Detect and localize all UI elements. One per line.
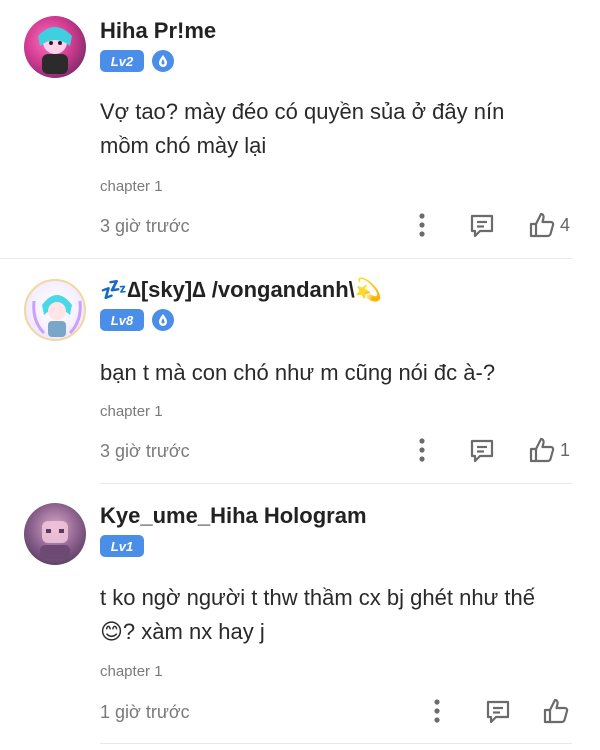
thumbs-up-icon [529,212,555,238]
more-options-button[interactable] [428,697,446,725]
more-options-button[interactable] [413,211,431,239]
reply-button[interactable] [484,698,512,726]
droplet-badge-icon [152,309,174,331]
badge-row: Lv2 [100,50,174,72]
chapter-label[interactable]: chapter 1 [100,403,163,420]
comment-item: Kye_ume_Hiha Hologram Lv1 t ko ngờ người… [0,485,600,750]
reply-button[interactable] [468,212,496,240]
level-badge: Lv1 [100,535,144,557]
thumbs-up-icon [529,437,555,463]
comment-icon [470,214,494,238]
level-badge: Lv8 [100,309,144,331]
thumbs-up-icon [543,698,569,724]
avatar[interactable] [24,503,86,565]
divider [100,743,572,744]
like-count: 4 [560,214,571,235]
comment-icon [470,439,494,463]
divider [100,483,572,484]
comment-text: bạn t mà con chó như m cũng nói đc à-? [100,356,580,390]
like-count: 1 [560,439,571,460]
more-vertical-icon [419,438,425,462]
comment-item: 💤∆[sky]∆ /vongandanh\💫 Lv8 bạn t mà con … [0,265,600,485]
comment-text-line: Vợ tao? mày đéo có quyền sủa ở đây nín [100,99,505,124]
timestamp: 3 giờ trước [100,441,190,461]
comment-text: Vợ tao? mày đéo có quyền sủa ở đây nín m… [100,95,580,163]
timestamp: 3 giờ trước [100,216,190,236]
comment-text-line: mồm chó mày lại [100,133,267,158]
chapter-label[interactable]: chapter 1 [100,663,163,680]
comment-text: t ko ngờ người t thw thầm cx bj ghét như… [100,581,580,649]
username[interactable]: 💤∆[sky]∆ /vongandanh\💫 [100,277,382,303]
droplet-badge-icon [152,50,174,72]
comment-text-line: bạn t mà con chó như m cũng nói đc à-? [100,360,496,385]
username[interactable]: Kye_ume_Hiha Hologram [100,503,367,529]
more-vertical-icon [419,213,425,237]
level-badge: Lv2 [100,50,144,72]
badge-row: Lv8 [100,309,174,331]
comment-text-line: t ko ngờ người t thw thầm cx bj ghét như… [100,585,535,610]
avatar[interactable] [24,16,86,78]
like-button[interactable]: 4 [528,211,570,239]
more-vertical-icon [434,699,440,723]
comment-icon [486,700,510,724]
divider [0,258,572,259]
timestamp: 1 giờ trước [100,702,190,722]
chapter-label[interactable]: chapter 1 [100,178,163,195]
more-options-button[interactable] [413,436,431,464]
avatar[interactable] [24,279,86,341]
comment-text-line: 😊? xàm nx hay j [100,619,265,644]
like-button[interactable]: 1 [528,436,570,464]
comment-item: Hiha Pr!me Lv2 Vợ tao? mày đéo có quyền … [0,0,600,265]
username[interactable]: Hiha Pr!me [100,18,216,44]
badge-row: Lv1 [100,535,144,557]
reply-button[interactable] [468,437,496,465]
like-button[interactable] [542,697,570,725]
